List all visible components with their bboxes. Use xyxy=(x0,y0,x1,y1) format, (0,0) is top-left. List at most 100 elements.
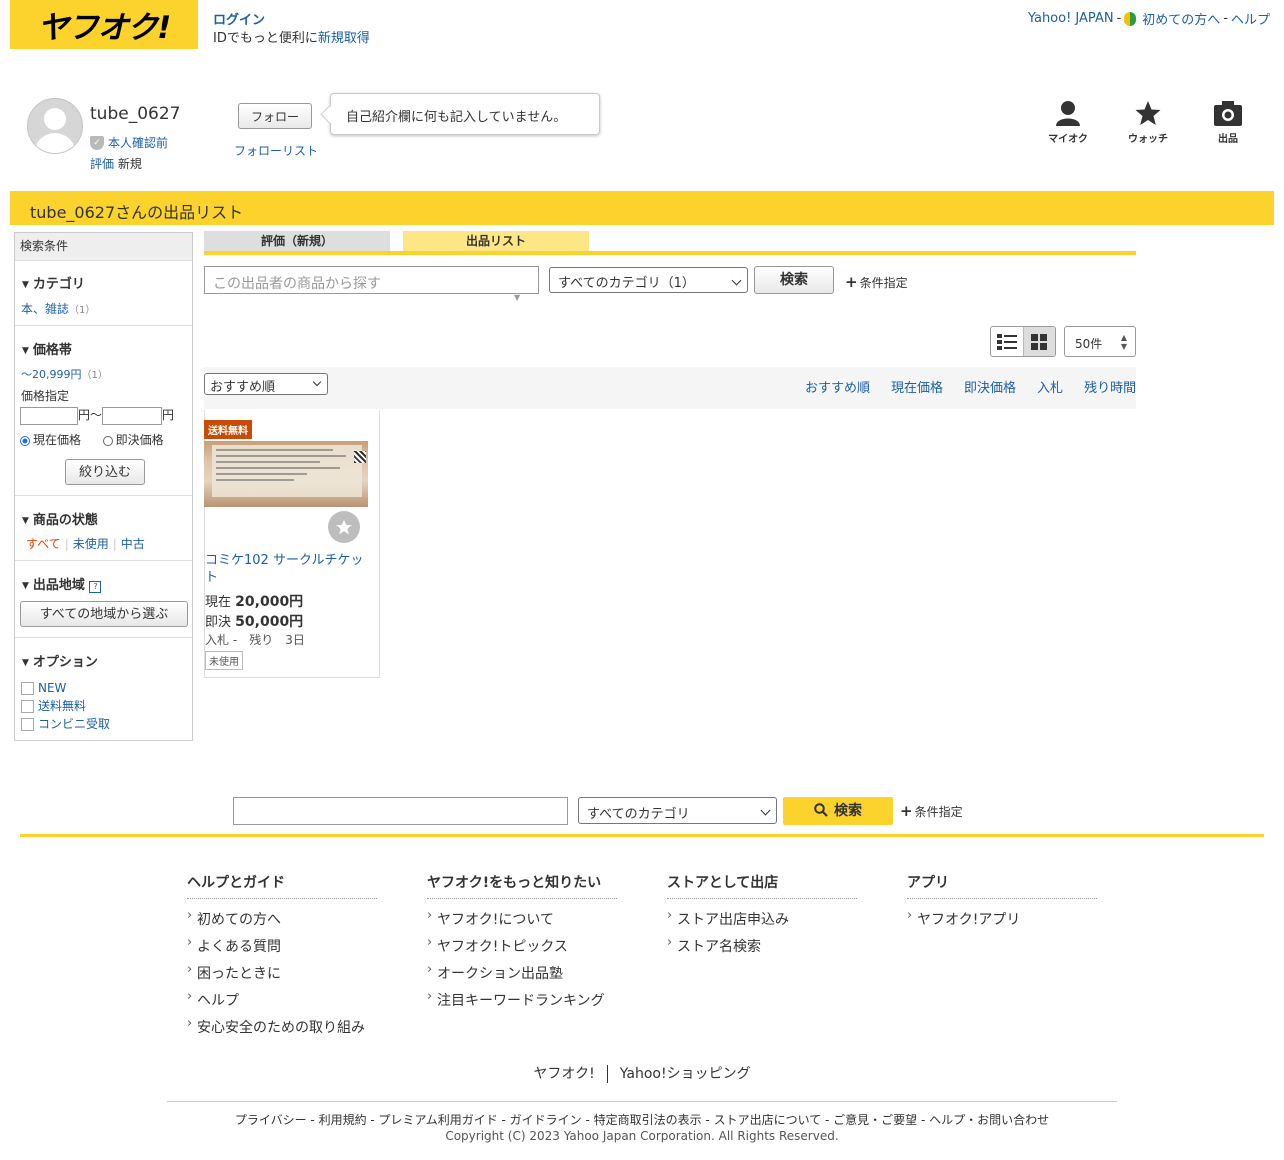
footer-condition-link[interactable]: + 条件指定 xyxy=(900,802,963,820)
sort-select[interactable]: おすすめ順 xyxy=(204,373,328,395)
price-section-title[interactable]: 価格帯 xyxy=(22,339,72,358)
up-down-arrow-icon: ▲ ▼ xyxy=(1120,333,1127,351)
buynow-price: 即決 50,000円 xyxy=(205,614,304,630)
list-view-icon xyxy=(996,333,1017,350)
rating-link[interactable]: 評価 xyxy=(90,157,114,171)
category-section-title[interactable]: カテゴリ xyxy=(22,273,85,292)
yahoo-japan-link[interactable]: Yahoo! JAPAN xyxy=(1028,11,1114,26)
camera-icon xyxy=(1214,101,1242,126)
footer-link[interactable]: ストア出店申込み xyxy=(667,908,857,936)
signup-link[interactable]: 新規取得 xyxy=(318,31,370,46)
help-link[interactable]: ヘルプ xyxy=(1231,9,1270,28)
rating: 評価 新規 xyxy=(90,155,142,172)
checkbox[interactable] xyxy=(21,700,34,713)
yahuoku-logo[interactable]: ヤフオク! xyxy=(10,0,198,49)
per-page-select[interactable]: 50件 ▲ ▼ xyxy=(1064,326,1136,357)
sort-bids[interactable]: 入札 xyxy=(1037,377,1063,396)
condition-badge: 未使用 xyxy=(205,651,243,670)
condition-all[interactable]: すべて xyxy=(26,537,61,551)
view-toggle xyxy=(990,326,1056,357)
seller-search-button[interactable]: 検索 xyxy=(754,266,834,294)
price-range-link[interactable]: 〜20,999円 xyxy=(21,368,82,381)
footer-link[interactable]: 注目キーワードランキング xyxy=(427,989,617,1017)
condition-used[interactable]: 中古 xyxy=(121,537,145,551)
footer-search-button[interactable]: 検索 xyxy=(783,797,893,825)
list-view-button[interactable] xyxy=(991,327,1023,356)
sort-buynow-price[interactable]: 即決価格 xyxy=(964,377,1016,396)
sort-time-left[interactable]: 残り時間 xyxy=(1084,377,1136,396)
option-free-shipping[interactable]: 送料無料 xyxy=(21,697,110,715)
option-section-title[interactable]: オプション xyxy=(22,651,98,670)
condition-unused[interactable]: 未使用 xyxy=(73,537,109,551)
option-new[interactable]: NEW xyxy=(21,679,110,697)
legal-links[interactable]: プライバシー - 利用規約 - プレミアム利用ガイド - ガイドライン - 特定… xyxy=(0,1111,1284,1128)
price-inputs: 円〜円 xyxy=(20,406,174,425)
bio-bubble: 自己紹介欄に何も記入していません。 xyxy=(330,93,600,135)
min-price-input[interactable] xyxy=(20,406,78,425)
watch-button[interactable]: ウォッチ xyxy=(1118,100,1178,145)
footer-link[interactable]: よくある質問 xyxy=(187,935,377,963)
sell-button[interactable]: 出品 xyxy=(1198,100,1258,145)
plus-icon: + xyxy=(845,273,858,291)
radio-current-price[interactable] xyxy=(20,435,30,446)
tab-underline xyxy=(204,251,1136,255)
sort-links: おすすめ順 現在価格 即決価格 入札 残り時間 xyxy=(805,377,1136,396)
footer-link[interactable]: 初めての方へ xyxy=(187,908,377,936)
page-title: tube_0627さんの出品リスト xyxy=(30,203,244,222)
seller-category-select[interactable]: すべてのカテゴリ（1） xyxy=(549,267,748,293)
category-filter-item[interactable]: 本、雑誌（1） xyxy=(21,300,95,317)
login-link[interactable]: ログイン xyxy=(213,9,265,28)
shield-icon: ✓ xyxy=(90,135,104,150)
condition-specify-link[interactable]: + 条件指定 xyxy=(845,273,908,291)
footer-link[interactable]: ヤフオク!アプリ xyxy=(907,908,1097,936)
verification-link[interactable]: 本人確認前 xyxy=(108,134,168,151)
tab-rating[interactable]: 評価（新規） xyxy=(204,231,390,251)
price-range-item[interactable]: 〜20,999円（1） xyxy=(21,366,108,382)
checkbox[interactable] xyxy=(21,718,34,731)
person-icon xyxy=(1056,101,1080,126)
page-title-bar: tube_0627さんの出品リスト xyxy=(10,191,1274,225)
footer-link[interactable]: 困ったときに xyxy=(187,962,377,990)
chevron-down-icon: ▼ xyxy=(514,293,521,302)
price-type-radios: 現在価格 即決価格 xyxy=(20,431,164,448)
footer-col-help: ヘルプとガイド 初めての方へ よくある質問 困ったときに ヘルプ 安心安全のため… xyxy=(187,872,377,1044)
beginner-leaf-icon xyxy=(1124,11,1137,26)
product-title-link[interactable]: コミケ102 サークルチケット xyxy=(205,552,365,586)
footer-link[interactable]: ヘルプ xyxy=(187,989,377,1017)
follow-button[interactable]: フォロー xyxy=(238,103,312,129)
max-price-input[interactable] xyxy=(102,406,163,425)
footer-link[interactable]: ストア名検索 xyxy=(667,935,857,963)
footer-link[interactable]: 安心安全のための取り組み xyxy=(187,1016,377,1044)
product-thumbnail[interactable] xyxy=(204,441,368,507)
grid-view-icon xyxy=(1031,333,1048,350)
footer-search-input[interactable] xyxy=(233,797,568,825)
sort-current-price[interactable]: 現在価格 xyxy=(891,377,943,396)
option-convenience-pickup[interactable]: コンビニ受取 xyxy=(21,715,110,733)
footer-link[interactable]: ヤフオク!について xyxy=(427,908,617,936)
tab-listing[interactable]: 出品リスト xyxy=(403,231,589,251)
watch-star-button[interactable] xyxy=(328,511,360,543)
footer-link[interactable]: オークション出品塾 xyxy=(427,962,617,990)
follow-list-link[interactable]: フォローリスト xyxy=(234,142,318,159)
footer-link[interactable]: ヤフオク!トピックス xyxy=(427,935,617,963)
radio-buynow-price[interactable] xyxy=(102,435,113,446)
seller-search-input[interactable]: この出品者の商品から探す xyxy=(204,266,539,294)
grid-view-button[interactable] xyxy=(1022,327,1055,356)
site-link-shopping[interactable]: Yahoo!ショッピング xyxy=(620,1066,751,1082)
help-icon[interactable]: ? xyxy=(89,581,102,593)
free-shipping-badge: 送料無料 xyxy=(204,420,252,439)
category-link[interactable]: 本、雑誌 xyxy=(21,302,69,316)
region-section-title[interactable]: 出品地域 ? xyxy=(22,574,102,593)
search-icon xyxy=(814,803,828,817)
myauction-button[interactable]: マイオク xyxy=(1038,100,1098,145)
sort-recommended[interactable]: おすすめ順 xyxy=(805,377,870,396)
star-icon xyxy=(1135,101,1161,125)
narrow-button[interactable]: 絞り込む xyxy=(65,459,145,485)
beginners-link[interactable]: 初めての方へ xyxy=(1142,9,1220,28)
price-specify-label: 価格指定 xyxy=(21,389,70,403)
footer-category-select[interactable]: すべてのカテゴリ xyxy=(578,797,777,824)
select-region-button[interactable]: すべての地域から選ぶ xyxy=(20,601,188,627)
condition-section-title[interactable]: 商品の状態 xyxy=(22,509,98,528)
checkbox[interactable] xyxy=(21,682,34,695)
site-link-yahuoku[interactable]: ヤフオク! xyxy=(533,1066,594,1082)
